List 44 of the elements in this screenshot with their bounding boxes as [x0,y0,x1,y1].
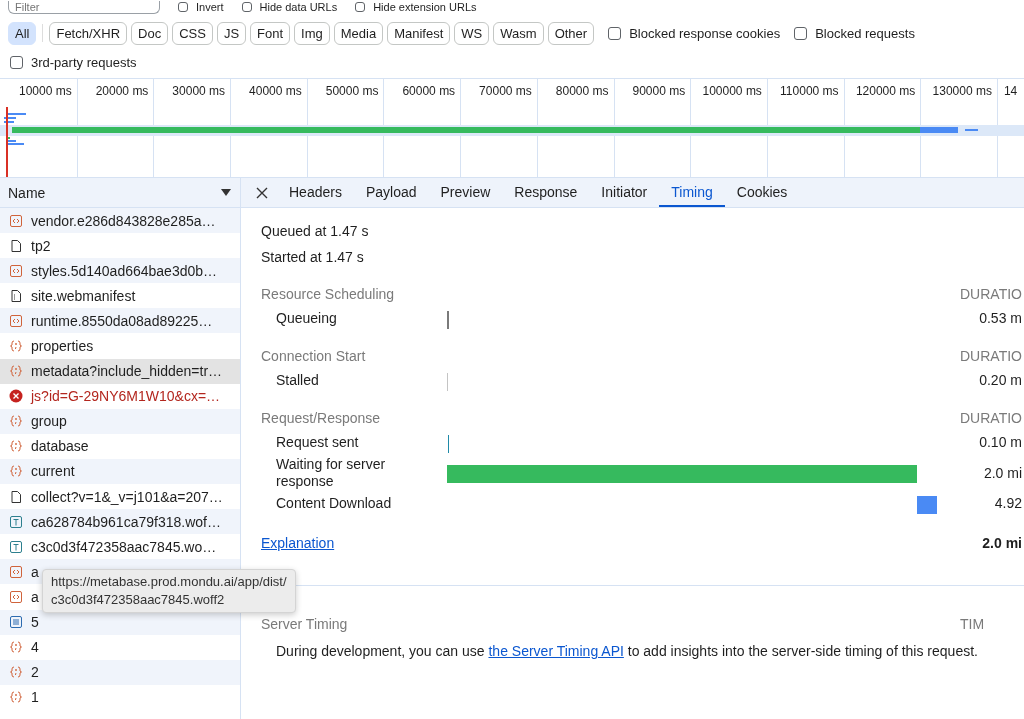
section-title: Request/Response [261,409,381,428]
request-name: properties [31,338,94,354]
request-name: a [31,588,39,605]
request-name: 4 [31,639,39,656]
request-name: ca628784b961ca79f318.wof… [31,513,221,530]
url-tooltip: https://metabase.prod.mondu.ai/app/dist/ c3c0d3f472358aac7845.woff2 [42,569,296,613]
duration-value: 4.92 [993,495,1023,512]
column-header: DURATIO [960,347,1023,366]
request-name: current [31,463,75,480]
request-name: database [31,438,89,455]
request-name: styles.5d140ad664bae3d0b… [31,262,218,279]
phase-label: Stalled [275,372,320,389]
duration-value: 0.20 m [978,372,1023,389]
request-name: c3c0d3f472358aac7845.wo… [31,538,217,555]
tick-label: 14 [1002,83,1019,100]
request-name: js?id=G-29NY6M1W10&cx=… [31,388,221,405]
duration-value: 2.0 mi [982,464,1023,482]
duration-value: 0.10 m [978,434,1023,451]
column-header: DURATIO [960,409,1023,428]
phase-label: Request sent [275,434,360,451]
request-name: 1 [31,689,39,706]
phase-label: Queueing [275,310,338,327]
column-header: TIM [960,615,986,634]
request-name: 5 [31,614,39,631]
server-timing-text: During development, you can use the Server Timing API to add insights into the server-side timing of this request. [276,643,979,660]
request-name: metadata?include_hidden=tr… [31,363,223,380]
request-name: tp2 [31,237,51,254]
request-name: site.webmanifest [31,287,136,304]
phase-label: Content Download [275,495,393,512]
column-header: DURATIO [960,285,1023,304]
request-name: runtime.8550da08ad89225… [31,312,213,329]
section-title: Connection Start [261,347,366,366]
section-title: Resource Scheduling [261,285,395,304]
duration-value: 0.53 m [978,310,1023,327]
phase-label: Waiting for server response [275,456,387,490]
section-title: Server Timing [261,615,348,634]
request-name: 2 [31,664,39,681]
queued-text: Queued at 1.47 s [261,222,370,241]
request-name: a [31,563,39,580]
total-duration: 2.0 mi [982,535,1023,551]
request-name: collect?v=1&_v=j101&a=207… [31,488,223,505]
started-text: Started at 1.47 s [261,248,365,267]
request-name: group [31,413,67,430]
request-name: vendor.e286d843828e285a… [31,212,216,229]
